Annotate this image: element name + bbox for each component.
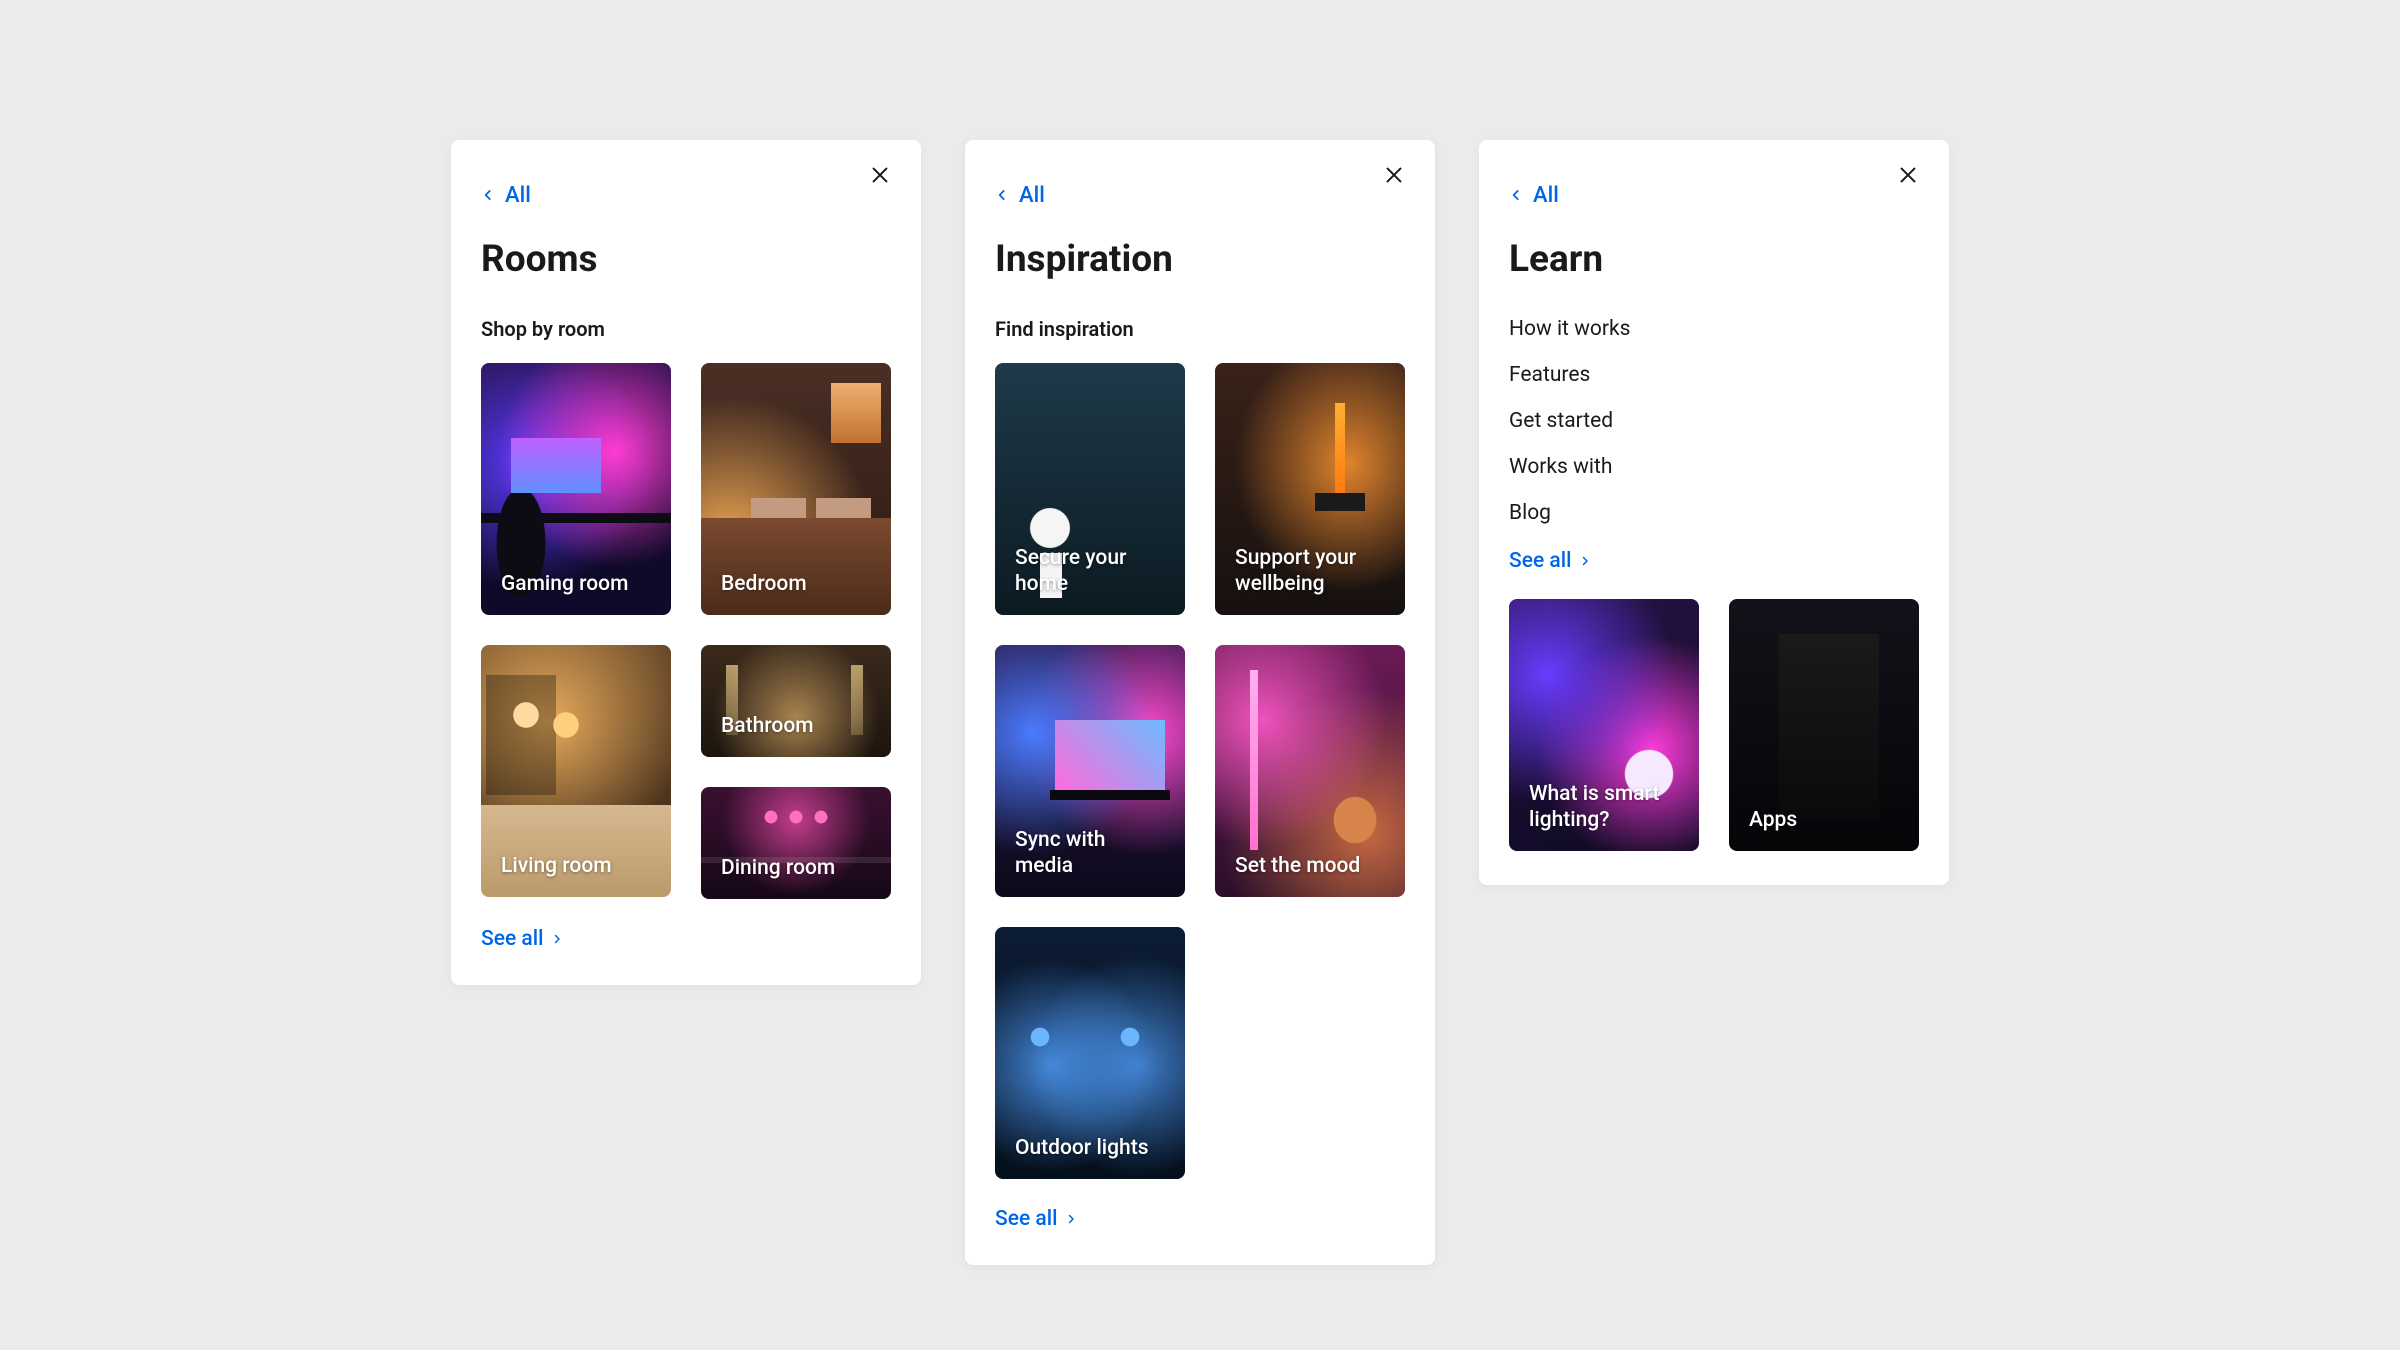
tile-label: Dining room <box>721 855 871 881</box>
tile-wellbeing[interactable]: Support your wellbeing <box>1215 363 1405 615</box>
tile-label: What is smart lighting? <box>1529 781 1679 834</box>
chevron-left-icon <box>1509 183 1523 208</box>
back-label: All <box>1533 183 1559 208</box>
panel-learn: All Learn How it works Features Get star… <box>1479 140 1949 885</box>
close-icon <box>1897 164 1919 190</box>
link-blog[interactable]: Blog <box>1509 501 1919 525</box>
close-icon <box>1383 164 1405 190</box>
see-all-label: See all <box>1509 549 1571 573</box>
tile-label: Outdoor lights <box>1015 1135 1165 1161</box>
chevron-left-icon <box>995 183 1009 208</box>
close-button[interactable] <box>865 162 895 192</box>
see-all-label: See all <box>995 1207 1057 1231</box>
chevron-right-icon <box>1579 549 1591 573</box>
close-button[interactable] <box>1379 162 1409 192</box>
link-features[interactable]: Features <box>1509 363 1919 387</box>
back-label: All <box>505 183 531 208</box>
see-all-link[interactable]: See all <box>481 927 891 951</box>
panel-title: Inspiration <box>995 238 1405 281</box>
link-how-it-works[interactable]: How it works <box>1509 317 1919 341</box>
tile-outdoor-lights[interactable]: Outdoor lights <box>995 927 1185 1179</box>
section-label: Find inspiration <box>995 317 1405 341</box>
tile-set-mood[interactable]: Set the mood <box>1215 645 1405 897</box>
tile-living-room[interactable]: Living room <box>481 645 671 897</box>
tile-bedroom[interactable]: Bedroom <box>701 363 891 615</box>
panel-inspiration: All Inspiration Find inspiration Secure … <box>965 140 1435 1265</box>
see-all-label: See all <box>481 927 543 951</box>
panel-title: Learn <box>1509 238 1919 281</box>
back-link[interactable]: All <box>1509 183 1919 208</box>
tile-secure-home[interactable]: Secure your home <box>995 363 1185 615</box>
tile-label: Set the mood <box>1235 853 1385 879</box>
tile-what-is-smart-lighting[interactable]: What is smart lighting? <box>1509 599 1699 851</box>
tile-gaming-room[interactable]: Gaming room <box>481 363 671 615</box>
close-icon <box>869 164 891 190</box>
tile-label: Support your wellbeing <box>1235 545 1385 598</box>
section-label: Shop by room <box>481 317 891 341</box>
learn-link-list: How it works Features Get started Works … <box>1509 317 1919 525</box>
chevron-right-icon <box>551 927 563 951</box>
panel-title: Rooms <box>481 238 891 281</box>
see-all-link[interactable]: See all <box>1509 549 1919 573</box>
back-label: All <box>1019 183 1045 208</box>
tile-label: Apps <box>1749 807 1899 833</box>
back-link[interactable]: All <box>481 183 891 208</box>
panel-rooms: All Rooms Shop by room Gaming room Bedro… <box>451 140 921 985</box>
tile-label: Gaming room <box>501 571 651 597</box>
tile-label: Secure your home <box>1015 545 1165 598</box>
tile-label: Bedroom <box>721 571 871 597</box>
tile-apps[interactable]: Apps <box>1729 599 1919 851</box>
tile-bathroom[interactable]: Bathroom <box>701 645 891 757</box>
see-all-link[interactable]: See all <box>995 1207 1405 1231</box>
link-get-started[interactable]: Get started <box>1509 409 1919 433</box>
tile-label: Bathroom <box>721 713 871 739</box>
chevron-left-icon <box>481 183 495 208</box>
chevron-right-icon <box>1065 1207 1077 1231</box>
tile-sync-media[interactable]: Sync with media <box>995 645 1185 897</box>
close-button[interactable] <box>1893 162 1923 192</box>
back-link[interactable]: All <box>995 183 1405 208</box>
tile-dining-room[interactable]: Dining room <box>701 787 891 899</box>
tile-label: Sync with media <box>1015 827 1165 880</box>
tile-label: Living room <box>501 853 651 879</box>
link-works-with[interactable]: Works with <box>1509 455 1919 479</box>
